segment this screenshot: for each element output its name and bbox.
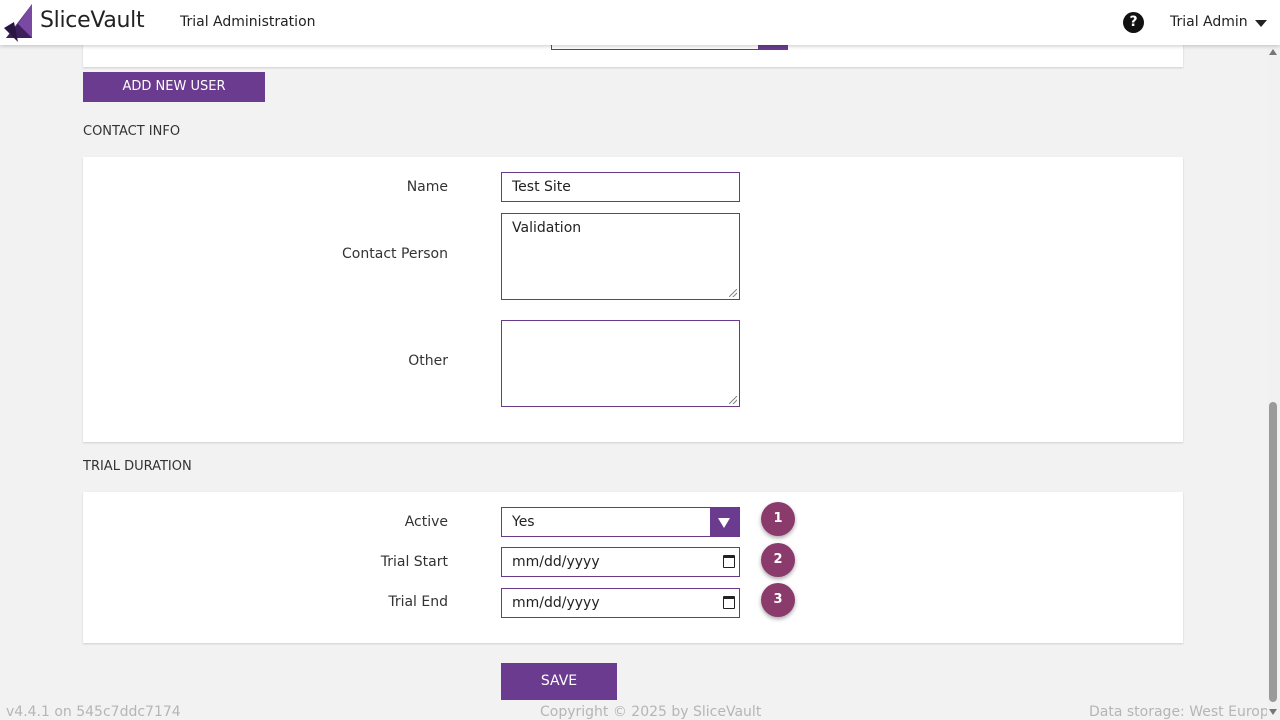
- data-storage-info: Data storage: West Europe: [1089, 704, 1278, 720]
- contact-info-heading: CONTACT INFO: [83, 124, 181, 139]
- other-field[interactable]: [501, 320, 740, 407]
- contact-person-label: Contact Person: [342, 246, 448, 262]
- name-value: Test Site: [512, 179, 571, 195]
- calendar-icon[interactable]: [723, 555, 735, 568]
- trial-end-placeholder: mm/dd/yyyy: [512, 595, 600, 611]
- version-info: v4.4.1 on 545c7ddc7174: [6, 704, 181, 720]
- resize-handle[interactable]: [729, 289, 737, 297]
- trial-end-label: Trial End: [388, 594, 448, 610]
- trial-start-placeholder: mm/dd/yyyy: [512, 554, 600, 570]
- active-select[interactable]: Yes: [501, 507, 740, 537]
- user-menu[interactable]: Trial Admin: [1170, 14, 1248, 30]
- save-button[interactable]: SAVE: [501, 663, 617, 700]
- brand-name: SliceVault: [40, 8, 145, 33]
- step-badge-3: 3: [761, 583, 795, 617]
- scroll-down-arrow-icon[interactable]: [1269, 709, 1277, 715]
- question-circle-icon[interactable]: ?: [1123, 12, 1144, 33]
- trial-duration-heading: TRIAL DURATION: [83, 459, 192, 474]
- caret-down-icon[interactable]: [1255, 20, 1267, 27]
- step-badge-2: 2: [761, 543, 795, 577]
- page-scrollbar[interactable]: [1267, 45, 1280, 720]
- page-title: Trial Administration: [180, 14, 316, 30]
- name-field[interactable]: Test Site: [501, 172, 740, 202]
- resize-handle[interactable]: [729, 396, 737, 404]
- scroll-up-arrow-icon[interactable]: [1269, 49, 1277, 55]
- add-new-user-button[interactable]: ADD NEW USER: [83, 72, 265, 102]
- calendar-icon[interactable]: [723, 596, 735, 609]
- dropdown-arrow-icon[interactable]: [710, 508, 739, 536]
- scrollbar-thumb[interactable]: [1269, 402, 1277, 702]
- slicevault-logo-icon: [4, 4, 32, 42]
- active-label: Active: [404, 514, 448, 530]
- trial-start-label: Trial Start: [380, 554, 448, 570]
- name-label: Name: [406, 179, 448, 195]
- copyright-text: Copyright © 2025 by SliceVault: [540, 704, 762, 720]
- step-badge-1: 1: [761, 502, 795, 536]
- other-label: Other: [408, 353, 448, 369]
- trial-start-date-input[interactable]: mm/dd/yyyy: [501, 547, 740, 577]
- active-value: Yes: [512, 514, 535, 530]
- contact-person-value: Validation: [512, 220, 582, 236]
- app-header: SliceVault Trial Administration ? Trial …: [0, 0, 1280, 45]
- contact-info-panel: Name Test Site Contact Person Validation…: [83, 157, 1183, 442]
- contact-person-field[interactable]: Validation: [501, 213, 740, 300]
- trial-duration-panel: Active Yes 1 Trial Start mm/dd/yyyy 2 Tr…: [83, 492, 1183, 643]
- trial-end-date-input[interactable]: mm/dd/yyyy: [501, 588, 740, 618]
